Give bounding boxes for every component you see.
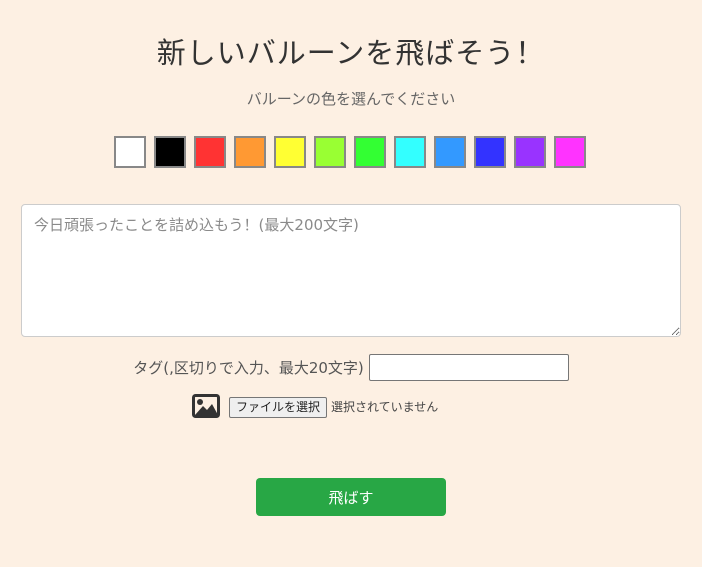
- image-icon: [192, 394, 220, 418]
- color-swatch-red[interactable]: [194, 136, 226, 168]
- color-swatch-magenta[interactable]: [554, 136, 586, 168]
- launch-button[interactable]: 飛ばす: [256, 478, 446, 516]
- color-swatch-cyan[interactable]: [394, 136, 426, 168]
- color-palette: [114, 136, 586, 168]
- message-textarea[interactable]: [21, 204, 681, 337]
- color-swatch-black[interactable]: [154, 136, 186, 168]
- file-status: 選択されていません: [331, 400, 439, 414]
- color-swatch-purple[interactable]: [514, 136, 546, 168]
- color-swatch-sky-blue[interactable]: [434, 136, 466, 168]
- page-title: 新しいバルーンを飛ばそう！: [156, 36, 546, 70]
- color-swatch-orange[interactable]: [234, 136, 266, 168]
- color-instruction: バルーンの色を選んでください: [246, 90, 456, 108]
- choose-file-button[interactable]: ファイルを選択: [229, 397, 328, 418]
- tag-row: タグ(,区切りで入力、最大20文字): [0, 354, 702, 381]
- color-swatch-green[interactable]: [354, 136, 386, 168]
- color-swatch-blue[interactable]: [474, 136, 506, 168]
- color-swatch-lime[interactable]: [314, 136, 346, 168]
- tag-label: タグ(,区切りで入力、最大20文字): [133, 359, 364, 377]
- file-upload-row: ファイルを選択 選択されていません: [192, 394, 438, 418]
- color-swatch-yellow[interactable]: [274, 136, 306, 168]
- color-swatch-white[interactable]: [114, 136, 146, 168]
- tag-input[interactable]: [368, 354, 569, 381]
